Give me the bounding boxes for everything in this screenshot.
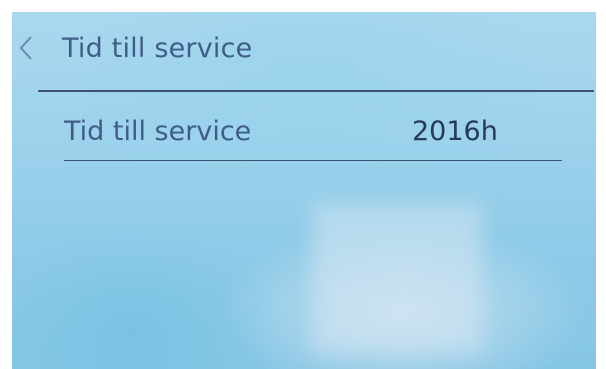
setting-row-service-time[interactable]: Tid till service 2016h (64, 112, 564, 162)
chevron-left-icon (19, 36, 32, 60)
setting-value: 2016h (412, 116, 498, 147)
background-glare (312, 204, 482, 354)
setting-label: Tid till service (64, 116, 252, 147)
row-divider (64, 160, 562, 161)
header-divider (38, 90, 594, 92)
page-title: Tid till service (62, 33, 253, 64)
back-button[interactable] (14, 36, 38, 60)
device-frame: Tid till service Tid till service 2016h (0, 0, 606, 369)
display-screen: Tid till service Tid till service 2016h (12, 12, 596, 369)
